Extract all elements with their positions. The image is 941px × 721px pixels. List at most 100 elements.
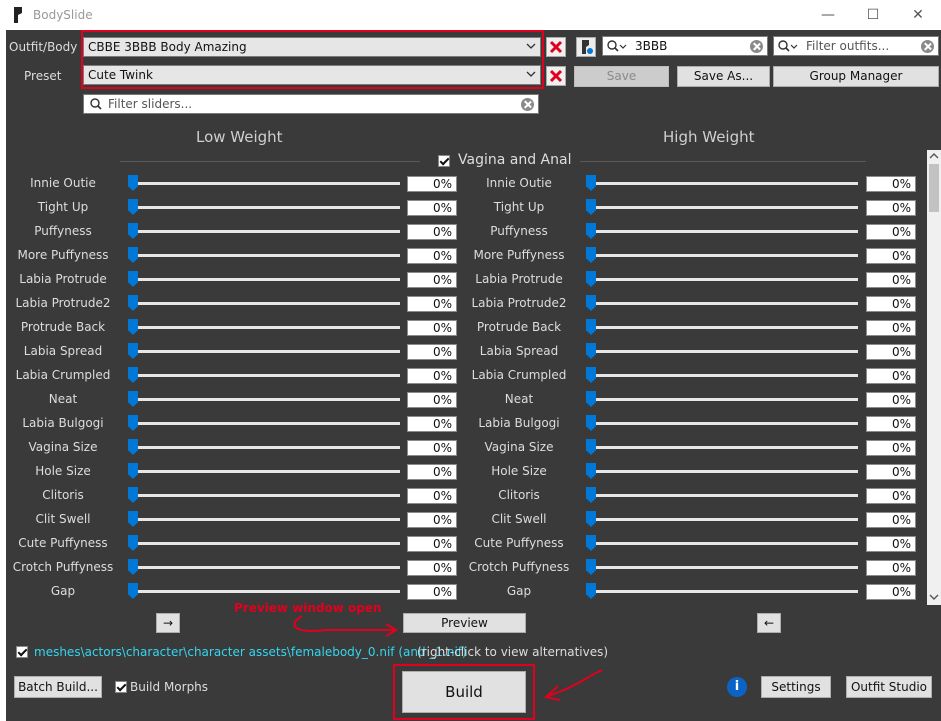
- delete-preset-button[interactable]: [546, 66, 566, 86]
- scroll-down-icon[interactable]: [929, 593, 939, 601]
- slider-track-low[interactable]: [128, 182, 400, 185]
- slider-value-low[interactable]: 0%: [407, 224, 457, 240]
- build-morphs-checkbox[interactable]: [115, 681, 127, 693]
- slider-track-high[interactable]: [586, 494, 858, 497]
- outfit-studio-shortcut-button[interactable]: [576, 37, 596, 57]
- slider-thumb-low[interactable]: [128, 487, 138, 503]
- batch-build-button[interactable]: Batch Build...: [14, 676, 102, 698]
- copy-high-to-low-button[interactable]: ←: [757, 613, 781, 633]
- slider-track-low[interactable]: [128, 446, 400, 449]
- slider-value-high[interactable]: 0%: [866, 584, 916, 600]
- slider-track-high[interactable]: [586, 182, 858, 185]
- slider-track-high[interactable]: [586, 518, 858, 521]
- scroll-thumb[interactable]: [929, 164, 939, 212]
- save-as-button[interactable]: Save As...: [677, 66, 770, 87]
- slider-value-high[interactable]: 0%: [866, 416, 916, 432]
- slider-value-low[interactable]: 0%: [407, 536, 457, 552]
- slider-value-high[interactable]: 0%: [866, 248, 916, 264]
- slider-value-high[interactable]: 0%: [866, 536, 916, 552]
- slider-track-low[interactable]: [128, 494, 400, 497]
- slider-track-low[interactable]: [128, 566, 400, 569]
- slider-thumb-high[interactable]: [586, 175, 596, 191]
- slider-value-high[interactable]: 0%: [866, 176, 916, 192]
- slider-track-high[interactable]: [586, 374, 858, 377]
- slider-thumb-high[interactable]: [586, 223, 596, 239]
- slider-value-low[interactable]: 0%: [407, 560, 457, 576]
- slider-track-low[interactable]: [128, 254, 400, 257]
- slider-thumb-high[interactable]: [586, 559, 596, 575]
- slider-track-high[interactable]: [586, 254, 858, 257]
- slider-track-low[interactable]: [128, 302, 400, 305]
- slider-track-high[interactable]: [586, 590, 858, 593]
- group-manager-button[interactable]: Group Manager: [773, 66, 939, 87]
- scroll-up-icon[interactable]: [929, 152, 939, 160]
- preview-button[interactable]: Preview: [403, 613, 526, 633]
- slider-track-low[interactable]: [128, 374, 400, 377]
- slider-value-low[interactable]: 0%: [407, 344, 457, 360]
- slider-value-high[interactable]: 0%: [866, 368, 916, 384]
- slider-thumb-high[interactable]: [586, 415, 596, 431]
- minimize-icon[interactable]: —: [808, 4, 848, 26]
- delete-outfit-button[interactable]: [546, 37, 566, 57]
- slider-value-high[interactable]: 0%: [866, 512, 916, 528]
- slider-thumb-low[interactable]: [128, 223, 138, 239]
- slider-thumb-high[interactable]: [586, 511, 596, 527]
- slider-thumb-high[interactable]: [586, 583, 596, 599]
- slider-track-low[interactable]: [128, 422, 400, 425]
- slider-value-high[interactable]: 0%: [866, 224, 916, 240]
- slider-value-high[interactable]: 0%: [866, 392, 916, 408]
- slider-track-high[interactable]: [586, 350, 858, 353]
- slider-track-low[interactable]: [128, 470, 400, 473]
- slider-track-low[interactable]: [128, 230, 400, 233]
- slider-value-high[interactable]: 0%: [866, 560, 916, 576]
- slider-track-high[interactable]: [586, 566, 858, 569]
- slider-value-high[interactable]: 0%: [866, 320, 916, 336]
- slider-value-high[interactable]: 0%: [866, 200, 916, 216]
- slider-thumb-high[interactable]: [586, 343, 596, 359]
- slider-thumb-high[interactable]: [586, 535, 596, 551]
- slider-track-high[interactable]: [586, 302, 858, 305]
- slider-track-low[interactable]: [128, 278, 400, 281]
- slider-track-low[interactable]: [128, 206, 400, 209]
- slider-track-low[interactable]: [128, 590, 400, 593]
- close-icon[interactable]: ✕: [898, 4, 938, 26]
- slider-track-low[interactable]: [128, 326, 400, 329]
- outfit-filter-input[interactable]: Filter outfits...: [773, 36, 939, 56]
- slider-value-low[interactable]: 0%: [407, 440, 457, 456]
- build-button[interactable]: Build: [402, 671, 526, 713]
- clear-icon[interactable]: [750, 40, 763, 53]
- slider-track-high[interactable]: [586, 278, 858, 281]
- slider-thumb-low[interactable]: [128, 175, 138, 191]
- slider-value-low[interactable]: 0%: [407, 488, 457, 504]
- slider-thumb-low[interactable]: [128, 391, 138, 407]
- outfit-studio-button[interactable]: Outfit Studio: [846, 676, 932, 698]
- settings-button[interactable]: Settings: [761, 676, 831, 698]
- slider-value-low[interactable]: 0%: [407, 200, 457, 216]
- slider-value-low[interactable]: 0%: [407, 296, 457, 312]
- slider-thumb-low[interactable]: [128, 271, 138, 287]
- group-filter-input[interactable]: 3BBB: [602, 36, 768, 56]
- slider-thumb-high[interactable]: [586, 247, 596, 263]
- slider-value-low[interactable]: 0%: [407, 416, 457, 432]
- slider-track-high[interactable]: [586, 326, 858, 329]
- slider-track-high[interactable]: [586, 422, 858, 425]
- slider-value-low[interactable]: 0%: [407, 368, 457, 384]
- slider-value-high[interactable]: 0%: [866, 440, 916, 456]
- slider-thumb-low[interactable]: [128, 511, 138, 527]
- slider-thumb-low[interactable]: [128, 583, 138, 599]
- slider-thumb-low[interactable]: [128, 247, 138, 263]
- slider-thumb-low[interactable]: [128, 415, 138, 431]
- slider-value-low[interactable]: 0%: [407, 248, 457, 264]
- slider-value-low[interactable]: 0%: [407, 272, 457, 288]
- slider-value-low[interactable]: 0%: [407, 320, 457, 336]
- slider-track-low[interactable]: [128, 398, 400, 401]
- slider-thumb-low[interactable]: [128, 559, 138, 575]
- slider-thumb-low[interactable]: [128, 295, 138, 311]
- slider-value-low[interactable]: 0%: [407, 512, 457, 528]
- output-path-checkbox[interactable]: [16, 646, 28, 658]
- category-checkbox[interactable]: [438, 155, 450, 167]
- clear-icon[interactable]: [921, 40, 934, 53]
- slider-thumb-high[interactable]: [586, 295, 596, 311]
- slider-thumb-high[interactable]: [586, 391, 596, 407]
- save-button[interactable]: Save: [574, 66, 669, 87]
